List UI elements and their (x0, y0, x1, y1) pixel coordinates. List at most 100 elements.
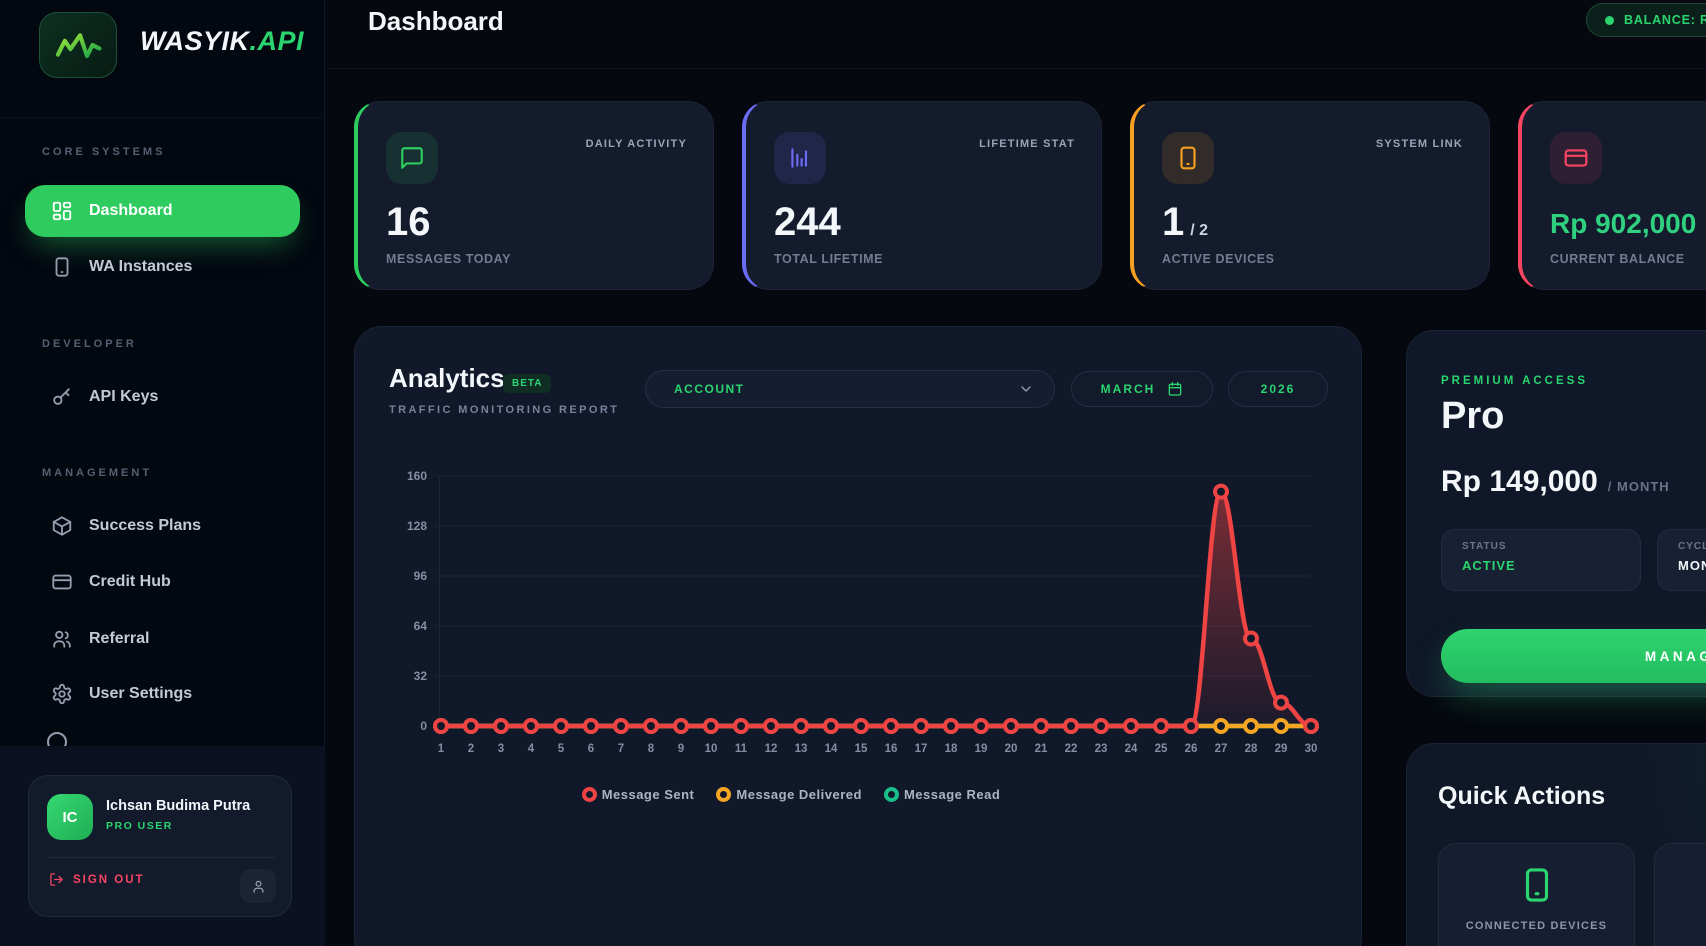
user-icon (251, 879, 266, 894)
svg-text:160: 160 (407, 469, 427, 483)
analytics-title: Analytics (389, 363, 505, 394)
premium-price-period: / MONTH (1608, 479, 1670, 494)
svg-text:32: 32 (414, 669, 428, 683)
status-box-label: STATUS (1462, 541, 1620, 552)
sidebar-item-credit-hub[interactable]: Credit Hub (25, 564, 300, 600)
beta-badge: BETA (503, 374, 551, 393)
svg-text:7: 7 (618, 743, 624, 755)
chart-legend: Message Sent Message Delivered Message Rea… (441, 787, 1141, 802)
stat-icon-tile (386, 132, 438, 184)
stat-value: Rp 902,000 (1550, 210, 1696, 238)
stat-icon-tile (1550, 132, 1602, 184)
svg-text:21: 21 (1035, 743, 1048, 755)
premium-price: Rp 149,000 (1441, 465, 1598, 499)
sign-out-button[interactable]: SIGN OUT (49, 872, 145, 887)
svg-text:19: 19 (975, 743, 988, 755)
phone-icon (1175, 145, 1201, 171)
stat-card-daily-activity: DAILY ACTIVITY 16 MESSAGES TODAY (354, 101, 714, 290)
legend-item[interactable]: Message Delivered (716, 787, 862, 802)
logout-icon (49, 872, 64, 887)
svg-text:96: 96 (414, 569, 428, 583)
cycle-box: CYCLE MONTHLY (1657, 529, 1706, 591)
legend-label: Message Sent (602, 787, 695, 802)
analytics-subtitle: TRAFFIC MONITORING REPORT (389, 404, 619, 416)
svg-text:30: 30 (1305, 743, 1318, 755)
month-picker-value: MARCH (1101, 382, 1156, 396)
sidebar-item-label: User Settings (89, 685, 192, 703)
svg-text:25: 25 (1155, 743, 1168, 755)
sidebar-item-user-settings[interactable]: User Settings (25, 676, 300, 712)
sidebar-item-referral[interactable]: Referral (25, 621, 300, 657)
svg-text:16: 16 (885, 743, 898, 755)
svg-text:1: 1 (438, 743, 445, 755)
sidebar-item-dashboard[interactable]: Dashboard (25, 185, 300, 237)
svg-text:12: 12 (765, 743, 778, 755)
grid-icon (51, 200, 73, 222)
svg-text:10: 10 (705, 743, 718, 755)
quick-actions-title: Quick Actions (1438, 782, 1605, 811)
svg-text:128: 128 (407, 519, 427, 533)
svg-text:22: 22 (1065, 743, 1078, 755)
sidebar-item-label: Success Plans (89, 517, 201, 535)
svg-text:0: 0 (420, 719, 427, 733)
svg-text:29: 29 (1275, 743, 1288, 755)
sidebar: WASYIK.API CORE SYSTEMS Dashboard WA Ins… (0, 0, 325, 946)
account-select-value: ACCOUNT (674, 382, 745, 396)
svg-text:3: 3 (498, 743, 504, 755)
legend-item[interactable]: Message Sent (582, 787, 695, 802)
stat-value: 1 (1162, 202, 1184, 242)
traffic-line-chart[interactable]: 0326496128160123456789101112131415161718… (355, 427, 1363, 767)
stat-value: 244 (774, 202, 841, 242)
sidebar-item-label: Credit Hub (89, 573, 171, 591)
svg-text:24: 24 (1125, 743, 1138, 755)
section-developer: DEVELOPER (42, 338, 137, 350)
svg-text:11: 11 (735, 743, 748, 755)
legend-label: Message Read (904, 787, 1000, 802)
stat-tag: DAILY ACTIVITY (586, 138, 687, 150)
stat-card-lifetime: LIFETIME STAT 244 TOTAL LIFETIME (742, 101, 1102, 290)
gear-icon (51, 683, 73, 705)
brand-wordmark: WASYIK.API (140, 26, 304, 57)
year-picker-button[interactable]: 2026 (1228, 371, 1328, 407)
sidebar-item-api-keys[interactable]: API Keys (25, 379, 300, 415)
stat-value-suffix: / 2 (1190, 223, 1208, 239)
premium-tag: PREMIUM ACCESS (1441, 375, 1588, 387)
stat-card-balance: Rp 902,000 CURRENT BALANCE (1518, 101, 1706, 290)
quick-action-partial[interactable] (1654, 843, 1706, 946)
profile-user-button[interactable] (240, 869, 276, 903)
sidebar-item-label: API Keys (89, 388, 158, 406)
svg-text:9: 9 (678, 743, 684, 755)
quick-action-connected-devices[interactable]: CONNECTED DEVICES (1438, 843, 1635, 946)
svg-text:26: 26 (1185, 743, 1198, 755)
legend-ring-icon (582, 787, 597, 802)
account-select[interactable]: ACCOUNT (645, 370, 1055, 408)
quick-action-label: CONNECTED DEVICES (1466, 920, 1607, 932)
stat-label: MESSAGES TODAY (386, 252, 511, 266)
section-core-systems: CORE SYSTEMS (42, 146, 165, 158)
legend-item[interactable]: Message Read (884, 787, 1000, 802)
stat-label: TOTAL LIFETIME (774, 252, 883, 266)
package-icon (51, 515, 73, 537)
stat-icon-tile (1162, 132, 1214, 184)
premium-price-row: Rp 149,000 / MONTH (1441, 465, 1670, 499)
calendar-icon (1167, 381, 1183, 397)
users-icon (51, 628, 73, 650)
sidebar-item-label: WA Instances (89, 258, 192, 276)
month-picker-button[interactable]: MARCH (1071, 371, 1213, 407)
svg-text:13: 13 (795, 743, 808, 755)
status-box-value: ACTIVE (1462, 558, 1620, 573)
cycle-box-value: MONTHLY (1678, 558, 1706, 573)
stat-tag: LIFETIME STAT (979, 138, 1075, 150)
stat-label: ACTIVE DEVICES (1162, 252, 1275, 266)
brand-name: WASYIK (140, 26, 250, 56)
header-divider (326, 68, 1706, 69)
sidebar-item-wa-instances[interactable]: WA Instances (25, 249, 300, 285)
balance-badge[interactable]: BALANCE: RP 902,000 (1586, 3, 1706, 37)
bar-chart-icon (787, 145, 813, 171)
quick-actions-card: Quick Actions CONNECTED DEVICES (1406, 743, 1706, 946)
brand-suffix: .API (250, 26, 305, 56)
manage-subscription-button[interactable]: MANAGE SUBSCRIPTION (1441, 629, 1706, 683)
stat-label: CURRENT BALANCE (1550, 252, 1685, 266)
sidebar-item-success-plans[interactable]: Success Plans (25, 508, 300, 544)
legend-ring-icon (884, 787, 899, 802)
